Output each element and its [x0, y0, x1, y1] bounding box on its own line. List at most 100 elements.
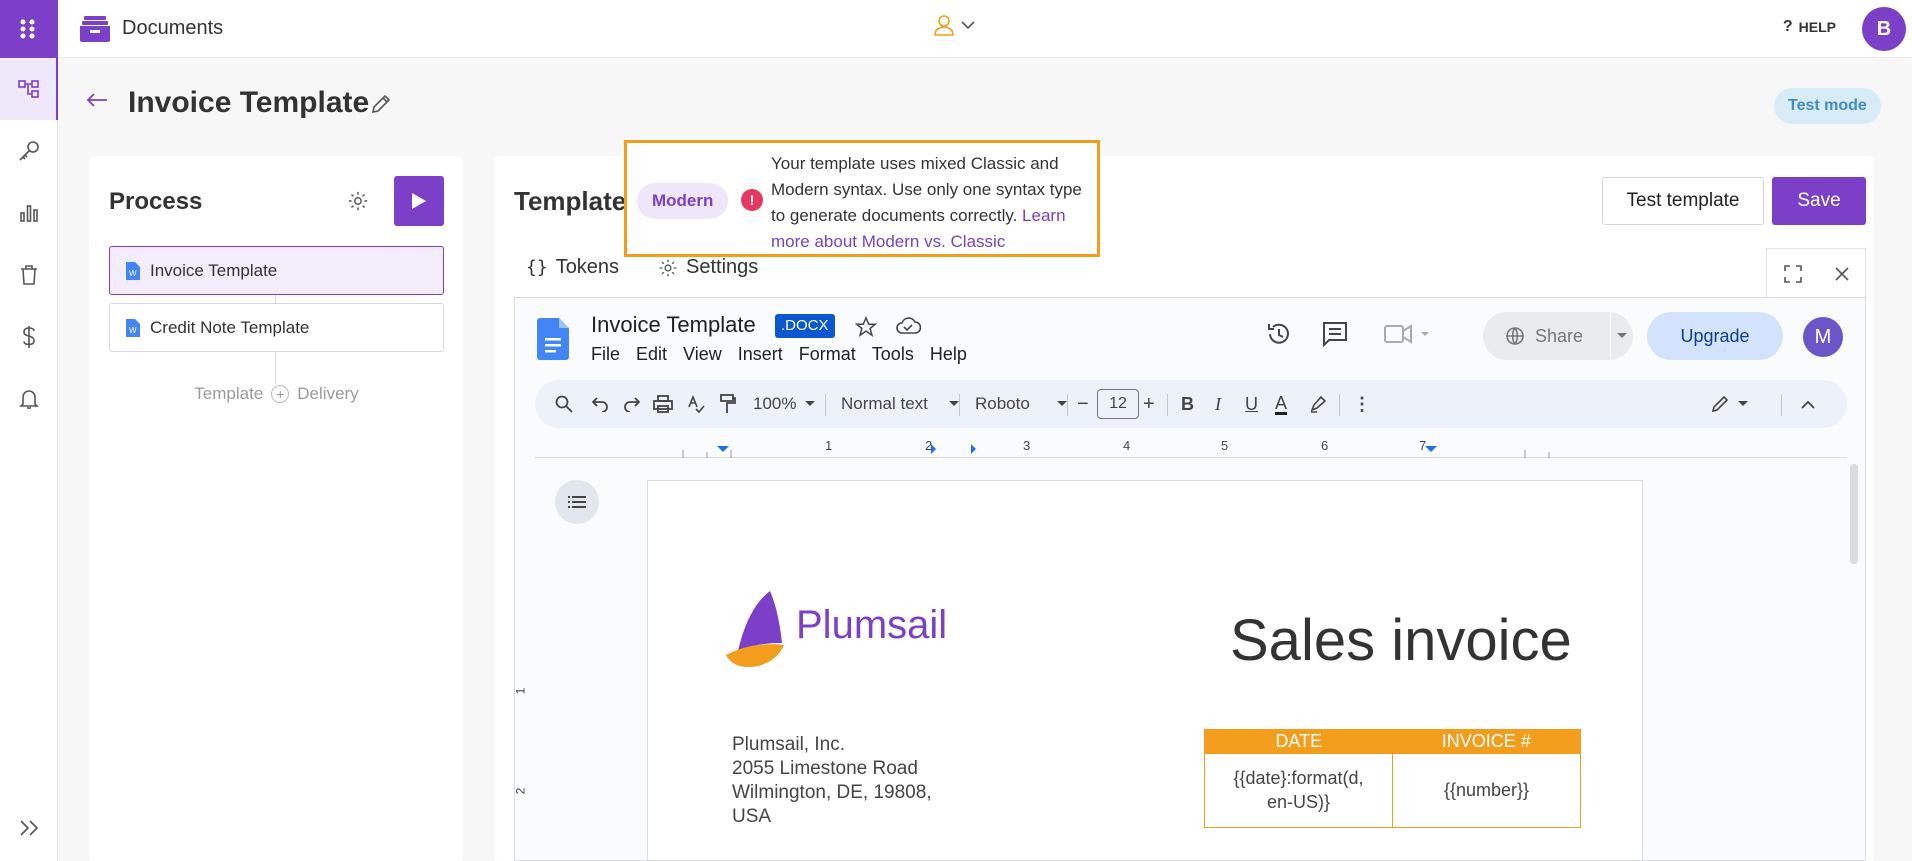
- more-options-button[interactable]: ⋮: [1353, 380, 1371, 428]
- cloud-saved-icon[interactable]: [895, 316, 921, 336]
- table-cell[interactable]: {{number}}: [1392, 753, 1581, 828]
- print-button[interactable]: [653, 380, 673, 428]
- pencil-icon[interactable]: [370, 93, 392, 115]
- highlight-color-button[interactable]: [1309, 380, 1327, 428]
- user-avatar[interactable]: B: [1862, 7, 1906, 51]
- gdoc-document-name[interactable]: Invoice Template: [591, 312, 756, 338]
- paragraph-style-select[interactable]: Normal text: [841, 380, 960, 428]
- plus-icon: +: [1143, 392, 1155, 415]
- printer-icon: [653, 395, 673, 413]
- paint-format-button[interactable]: [719, 380, 737, 428]
- gdoc-menu-bar: File Edit View Insert Format Tools Help: [591, 344, 967, 365]
- collapse-toolbar-button[interactable]: [1801, 380, 1815, 428]
- account-switcher[interactable]: [934, 14, 976, 36]
- close-icon[interactable]: [1834, 266, 1849, 281]
- increase-font-size-button[interactable]: +: [1143, 380, 1155, 428]
- caret-down-icon: [1738, 401, 1748, 406]
- font-select[interactable]: Roboto: [975, 380, 1068, 428]
- spellcheck-icon: [688, 395, 705, 413]
- redo-button[interactable]: [623, 380, 641, 428]
- back-arrow-icon[interactable]: [86, 92, 108, 108]
- share-dropdown-caret-icon[interactable]: [1615, 332, 1629, 340]
- ruler-ticks: [682, 444, 1550, 458]
- process-item-credit-note-template[interactable]: W Credit Note Template: [109, 303, 444, 352]
- table-cell[interactable]: {{date}:format(d, en-US)}: [1205, 754, 1393, 828]
- rail-item-billing[interactable]: [0, 306, 58, 368]
- italic-button[interactable]: I: [1215, 380, 1221, 428]
- menu-file[interactable]: File: [591, 344, 620, 365]
- comment-icon[interactable]: [1321, 320, 1349, 348]
- run-process-button[interactable]: [394, 176, 444, 226]
- zoom-value: 100%: [753, 394, 797, 413]
- menu-tools[interactable]: Tools: [872, 344, 914, 365]
- decrease-font-size-button[interactable]: −: [1077, 380, 1089, 428]
- tab-settings[interactable]: Settings: [658, 256, 758, 279]
- upgrade-button[interactable]: Upgrade: [1647, 312, 1783, 360]
- connector-line: [275, 352, 276, 384]
- svg-text:W: W: [129, 326, 137, 335]
- history-icon[interactable]: [1265, 320, 1293, 348]
- ruler-number: 1: [514, 687, 528, 695]
- redo-icon: [624, 397, 641, 412]
- undo-icon: [591, 397, 608, 412]
- address-line: USA: [732, 806, 772, 827]
- add-step-plus-icon[interactable]: +: [271, 385, 290, 403]
- documents-app-icon: [80, 15, 110, 42]
- test-mode-badge: Test mode: [1774, 88, 1881, 124]
- bold-button[interactable]: B: [1181, 380, 1194, 428]
- template-panel: Template Test template Save {} Tokens Se…: [494, 156, 1874, 861]
- docx-badge: .DOCX: [775, 314, 835, 338]
- address-line: Plumsail, Inc.: [732, 734, 845, 755]
- text-color-button[interactable]: A: [1275, 380, 1288, 428]
- save-button[interactable]: Save: [1772, 177, 1866, 225]
- menu-help[interactable]: Help: [930, 344, 967, 365]
- process-item-invoice-template[interactable]: W Invoice Template: [109, 246, 444, 295]
- star-icon[interactable]: [855, 316, 877, 338]
- rail-item-processes[interactable]: [0, 58, 58, 120]
- bar-chart-icon: [20, 205, 38, 222]
- meet-video-icon[interactable]: [1383, 320, 1433, 348]
- process-item-label: Invoice Template: [150, 260, 278, 280]
- process-panel: Process W Invoice Template W Credit Note…: [89, 156, 463, 861]
- rail-item-notifications[interactable]: [0, 368, 58, 430]
- rail-item-reports[interactable]: [0, 182, 58, 244]
- text-color-icon: A: [1275, 392, 1288, 415]
- paint-roller-icon: [720, 394, 736, 413]
- rail-item-trash[interactable]: [0, 244, 58, 306]
- process-steps: Template + Delivery: [109, 384, 444, 404]
- syntax-badge[interactable]: Modern: [637, 183, 729, 219]
- gdoc-user-avatar[interactable]: M: [1803, 317, 1843, 357]
- menu-view[interactable]: View: [683, 344, 722, 365]
- undo-button[interactable]: [591, 380, 609, 428]
- fullscreen-icon[interactable]: [1783, 264, 1802, 283]
- menu-format[interactable]: Format: [799, 344, 856, 365]
- google-docs-icon: [537, 318, 569, 360]
- expand-rail-button[interactable]: [0, 819, 58, 837]
- document-scrollbar[interactable]: [1850, 464, 1858, 564]
- horizontal-ruler: 1 2 3 4 5 6 7: [535, 438, 1847, 458]
- help-link[interactable]: ? HELP: [1783, 18, 1836, 36]
- svg-text:W: W: [129, 269, 137, 278]
- underline-button[interactable]: U: [1245, 380, 1258, 428]
- document-outline-button[interactable]: [555, 480, 599, 524]
- spellcheck-button[interactable]: [687, 380, 705, 428]
- highlighter-icon: [1310, 395, 1327, 413]
- gear-icon[interactable]: [347, 190, 369, 212]
- user-icon: [934, 15, 954, 36]
- search-menus-button[interactable]: [555, 380, 573, 428]
- ruler-number: 5: [1221, 438, 1229, 453]
- tab-tokens[interactable]: {} Tokens: [526, 256, 619, 279]
- rail-item-keys[interactable]: [0, 120, 58, 182]
- key-icon: [19, 141, 39, 161]
- zoom-select[interactable]: 100%: [753, 380, 816, 428]
- chevron-up-icon: [1801, 400, 1815, 409]
- menu-insert[interactable]: Insert: [738, 344, 783, 365]
- test-template-button[interactable]: Test template: [1602, 177, 1764, 225]
- table-header: DATE: [1204, 729, 1393, 754]
- toolbar-divider: [1067, 394, 1068, 416]
- menu-edit[interactable]: Edit: [636, 344, 667, 365]
- google-doc-editor: Invoice Template .DOCX File Edit View In…: [514, 297, 1866, 861]
- font-size-input[interactable]: 12: [1097, 380, 1139, 428]
- editing-mode-select[interactable]: [1711, 380, 1749, 428]
- app-launcher[interactable]: [0, 0, 58, 58]
